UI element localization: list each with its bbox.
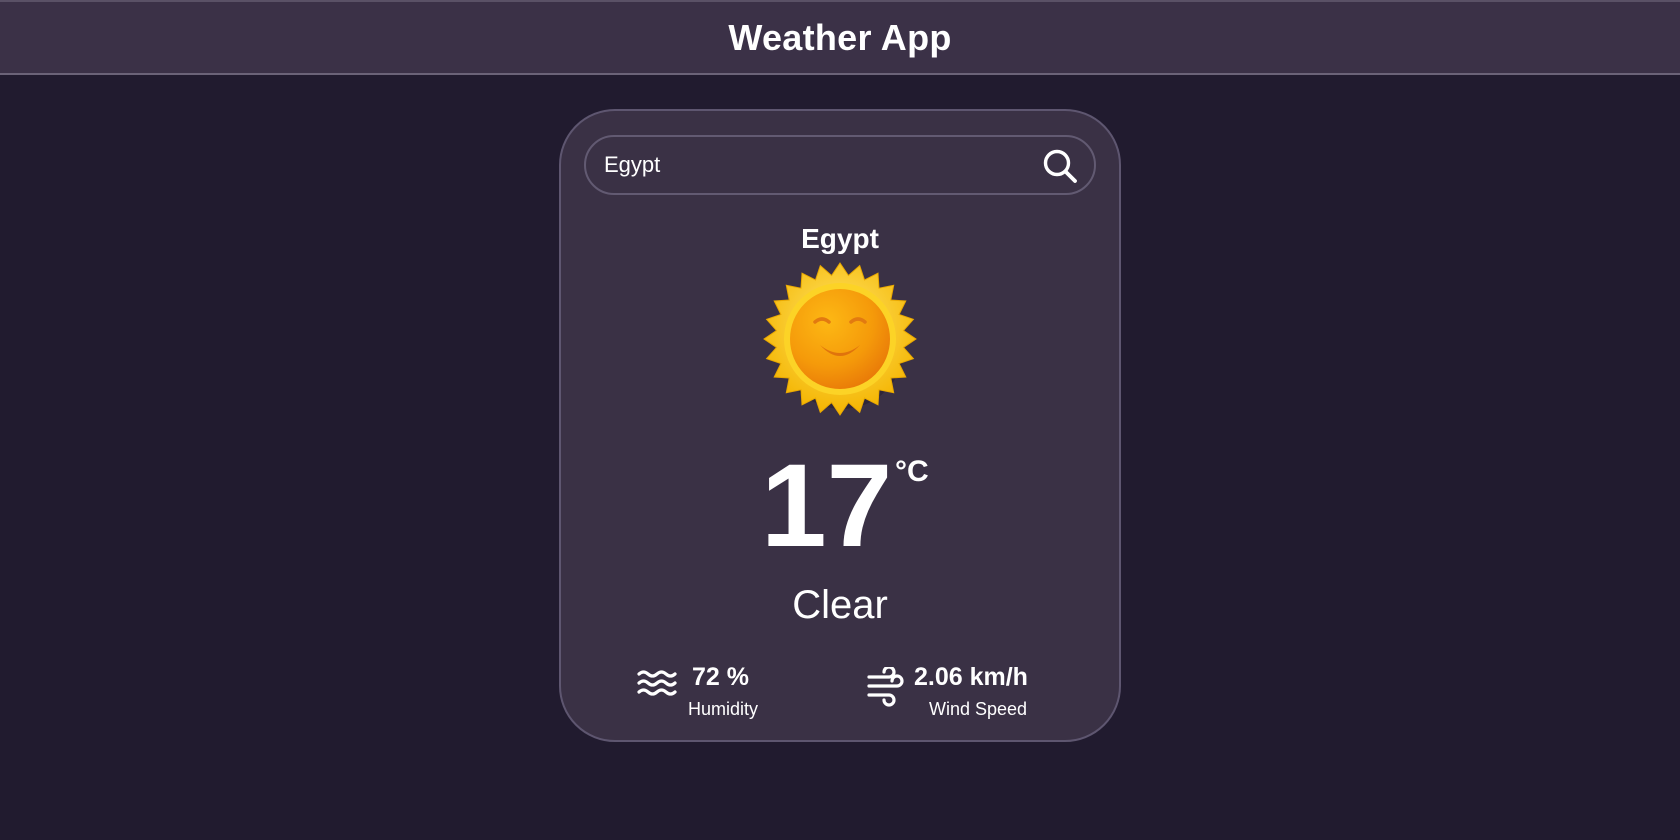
app-title: Weather App — [728, 16, 952, 58]
humidity-value: 72 % — [692, 663, 749, 691]
sun-icon — [763, 262, 917, 416]
humidity-label: Humidity — [688, 699, 759, 719]
humidity-waves-icon — [637, 670, 677, 696]
wind-speed-label: Wind Speed — [929, 699, 1028, 719]
wind-speed-value: 2.06 km/h — [914, 663, 1028, 691]
wind-stat: 2.06 km/h Wind Speed — [867, 663, 1057, 719]
weather-condition: Clear — [792, 583, 888, 627]
temperature-value: 17 — [761, 440, 893, 572]
search-button[interactable] — [1040, 147, 1080, 185]
search-bar — [584, 135, 1096, 195]
temperature-display: 17 °C — [561, 441, 1119, 571]
humidity-stat: 72 % Humidity — [637, 663, 777, 719]
weather-card: Egypt 17 °C Clear — [559, 109, 1121, 742]
wind-icon — [867, 667, 904, 707]
city-name: Egypt — [801, 223, 879, 254]
search-input[interactable] — [604, 137, 1024, 193]
search-icon — [1043, 149, 1077, 183]
temperature-unit: °C — [895, 455, 929, 488]
app-header: Weather App — [0, 0, 1680, 75]
